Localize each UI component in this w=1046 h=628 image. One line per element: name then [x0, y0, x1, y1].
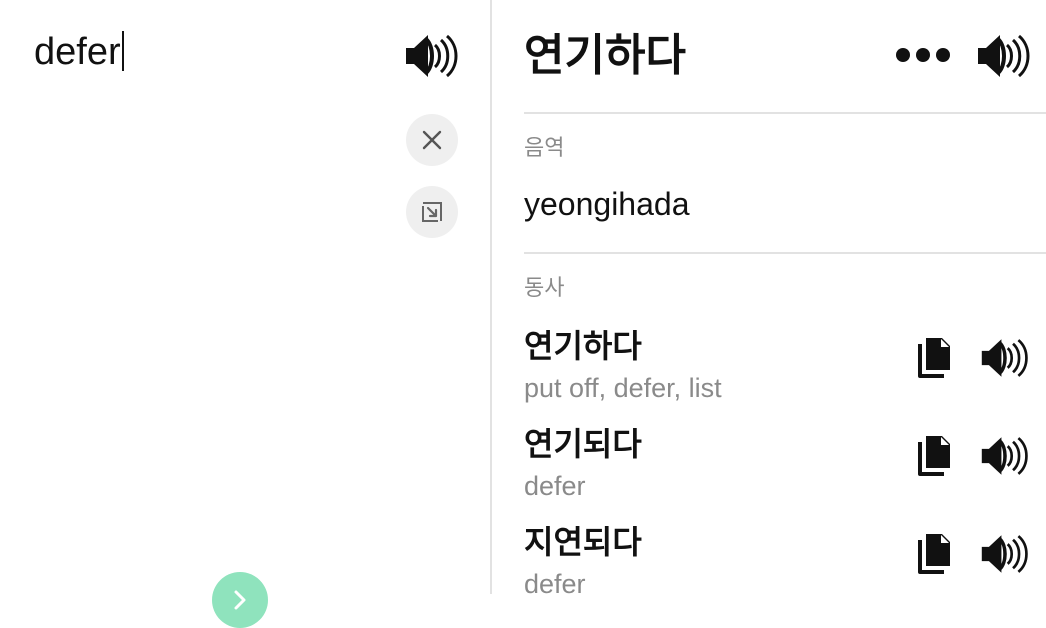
transliteration-text: yeongihada	[524, 186, 690, 222]
text-caret	[121, 31, 124, 71]
collapse-arrow-icon	[422, 202, 442, 222]
source-input[interactable]: defer	[34, 30, 124, 74]
more-dot	[916, 48, 930, 62]
source-pane: defer	[0, 0, 490, 628]
source-input-text: defer	[34, 31, 121, 73]
more-dot	[896, 48, 910, 62]
list-item[interactable]: 연기하다 put off, defer, list	[524, 326, 1046, 422]
chevron-right-icon	[234, 590, 246, 610]
result-speaker-icon[interactable]	[976, 28, 1032, 84]
speaker-icon[interactable]	[980, 431, 1030, 481]
list-item[interactable]: 연기되다 defer	[524, 424, 1046, 520]
speaker-icon[interactable]	[980, 529, 1030, 579]
list-item[interactable]: 지연되다 defer	[524, 522, 1046, 594]
entry-word: 연기되다	[524, 426, 642, 462]
transliteration-label: 음역	[524, 135, 565, 160]
entry-gloss: defer	[524, 569, 586, 594]
translate-go-button[interactable]	[212, 572, 268, 628]
more-dot	[936, 48, 950, 62]
entry-gloss: defer	[524, 471, 586, 501]
result-title[interactable]: 연기하다	[524, 30, 686, 82]
close-icon	[422, 130, 442, 150]
divider-line	[524, 112, 1046, 114]
entry-word: 연기하다	[524, 328, 642, 364]
result-pane: 연기하다 음역 yeongihada 동사 연기하다 put off, defe…	[492, 0, 1046, 594]
entry-gloss: put off, defer, list	[524, 373, 722, 403]
entry-word: 지연되다	[524, 524, 642, 560]
copy-icon[interactable]	[914, 434, 954, 478]
speaker-icon	[978, 34, 1030, 78]
collapse-button[interactable]	[406, 186, 458, 238]
copy-icon[interactable]	[914, 336, 954, 380]
part-of-speech-label: 동사	[524, 275, 565, 300]
copy-icon[interactable]	[914, 532, 954, 576]
source-speaker-icon[interactable]	[404, 28, 460, 84]
divider-line	[524, 252, 1046, 254]
speaker-icon	[406, 34, 458, 78]
speaker-icon[interactable]	[980, 333, 1030, 383]
more-dots-icon[interactable]	[896, 40, 950, 70]
clear-button[interactable]	[406, 114, 458, 166]
